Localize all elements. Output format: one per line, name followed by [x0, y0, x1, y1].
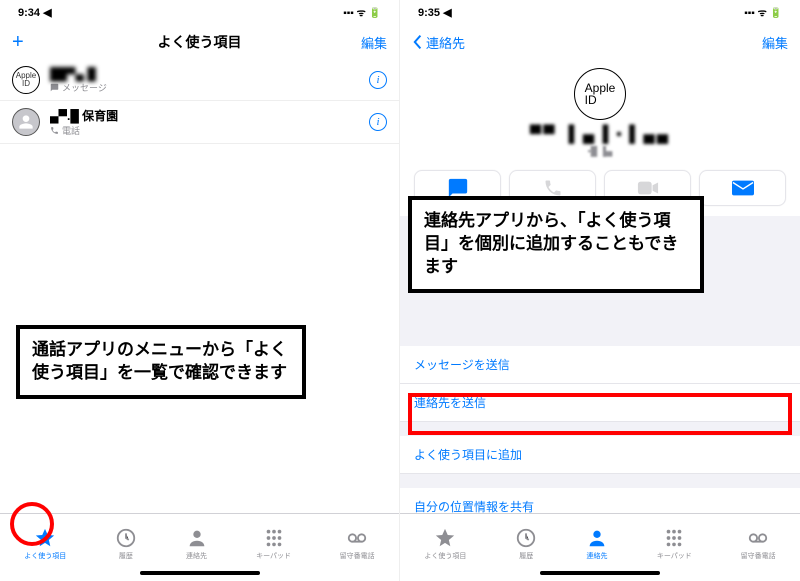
contact-name: ▀▀ ▐ ▄ ▌▪▐ ▄▄ — [530, 126, 670, 144]
edit-button[interactable]: 編集 — [762, 33, 788, 52]
favorite-text: ▄▀.█ 保育園 電話 — [50, 107, 369, 137]
edit-button[interactable]: 編集 — [361, 33, 387, 52]
mail-button[interactable] — [699, 170, 786, 206]
status-bar: 9:34 ◀ ▪▪▪ ᯤ 🔋 — [0, 0, 399, 24]
status-time: 9:34 ◀ — [18, 6, 52, 19]
voicemail-icon — [346, 527, 368, 549]
info-button[interactable]: i — [369, 113, 387, 131]
favorite-item[interactable]: ▄▀.█ 保育園 電話 i — [0, 101, 399, 144]
mail-icon — [732, 180, 754, 196]
tab-keypad[interactable]: キーパッド — [256, 527, 291, 561]
keypad-icon — [663, 527, 685, 549]
favorite-name: ▄▀.█ 保育園 — [50, 107, 369, 124]
nav-title: よく使う項目 — [158, 32, 242, 52]
phone-left: 9:34 ◀ ▪▪▪ ᯤ 🔋 + よく使う項目 編集 AppleID ██▀▄ … — [0, 0, 400, 581]
nav-bar: 連絡先 編集 — [400, 24, 800, 60]
tab-favorites[interactable]: よく使う項目 — [424, 527, 466, 561]
tab-recents[interactable]: 履歴 — [115, 527, 137, 561]
back-button[interactable]: 連絡先 — [412, 33, 465, 52]
tab-recents[interactable]: 履歴 — [515, 527, 537, 561]
tab-voicemail[interactable]: 留守番電話 — [340, 527, 375, 561]
phone-icon — [50, 126, 59, 135]
red-box-highlight — [408, 393, 792, 435]
tab-keypad[interactable]: キーパッド — [657, 527, 692, 561]
person-icon — [186, 527, 208, 549]
home-indicator — [540, 571, 660, 575]
keypad-icon — [263, 527, 285, 549]
person-icon — [18, 114, 34, 130]
annotation-right: 連絡先アプリから、「よく使う項目」を個別に追加することもできます — [408, 196, 704, 293]
favorites-list: AppleID ██▀▄ █ メッセージ i ▄▀.█ 保育園 電話 — [0, 60, 399, 144]
option-send-message[interactable]: メッセージを送信 — [400, 346, 800, 384]
favorite-name: ██▀▄ █ — [50, 67, 369, 81]
home-indicator — [140, 571, 260, 575]
tab-bar: よく使う項目 履歴 連絡先 キーパッド 留守番電話 — [400, 513, 800, 569]
clock-icon — [515, 527, 537, 549]
star-icon — [434, 527, 456, 549]
favorite-sub: メッセージ — [50, 81, 369, 94]
bubble-icon — [50, 83, 59, 92]
person-icon — [586, 527, 608, 549]
avatar-placeholder — [12, 108, 40, 136]
clock-icon — [115, 527, 137, 549]
chevron-left-icon — [412, 34, 424, 50]
contact-header: AppleID ▀▀ ▐ ▄ ▌▪▐ ▄▄ ▪█ ▐▄ — [400, 60, 800, 170]
option-add-favorite[interactable]: よく使う項目に追加 — [400, 436, 800, 474]
voicemail-icon — [747, 527, 769, 549]
status-icons: ▪▪▪ ᯤ 🔋 — [744, 5, 782, 19]
info-button[interactable]: i — [369, 71, 387, 89]
contact-sub: ▪█ ▐▄ — [588, 146, 613, 156]
tab-contacts[interactable]: 連絡先 — [186, 527, 208, 561]
status-time: 9:35 ◀ — [418, 6, 452, 19]
favorite-sub: 電話 — [50, 124, 369, 137]
phone-icon — [543, 178, 563, 198]
avatar-apple-id: AppleID — [574, 68, 626, 120]
option-share-location[interactable]: 自分の位置情報を共有 — [400, 488, 800, 513]
video-icon — [637, 180, 659, 196]
favorite-item[interactable]: AppleID ██▀▄ █ メッセージ i — [0, 60, 399, 101]
nav-bar: + よく使う項目 編集 — [0, 24, 399, 60]
phone-right: 9:35 ◀ ▪▪▪ ᯤ 🔋 連絡先 編集 AppleID ▀▀ ▐ ▄ ▌▪▐… — [400, 0, 800, 581]
tab-contacts[interactable]: 連絡先 — [586, 527, 608, 561]
annotation-left: 通話アプリのメニューから「よく使う項目」を一覧で確認できます — [16, 325, 306, 399]
tab-voicemail[interactable]: 留守番電話 — [741, 527, 776, 561]
add-button[interactable]: + — [12, 31, 24, 54]
avatar-apple-id: AppleID — [12, 66, 40, 94]
tab-bar: よく使う項目 履歴 連絡先 キーパッド 留守番電話 — [0, 513, 399, 569]
status-icons: ▪▪▪ ᯤ 🔋 — [343, 5, 381, 19]
status-bar: 9:35 ◀ ▪▪▪ ᯤ 🔋 — [400, 0, 800, 24]
favorite-text: ██▀▄ █ メッセージ — [50, 67, 369, 94]
red-circle-mark — [10, 502, 54, 546]
